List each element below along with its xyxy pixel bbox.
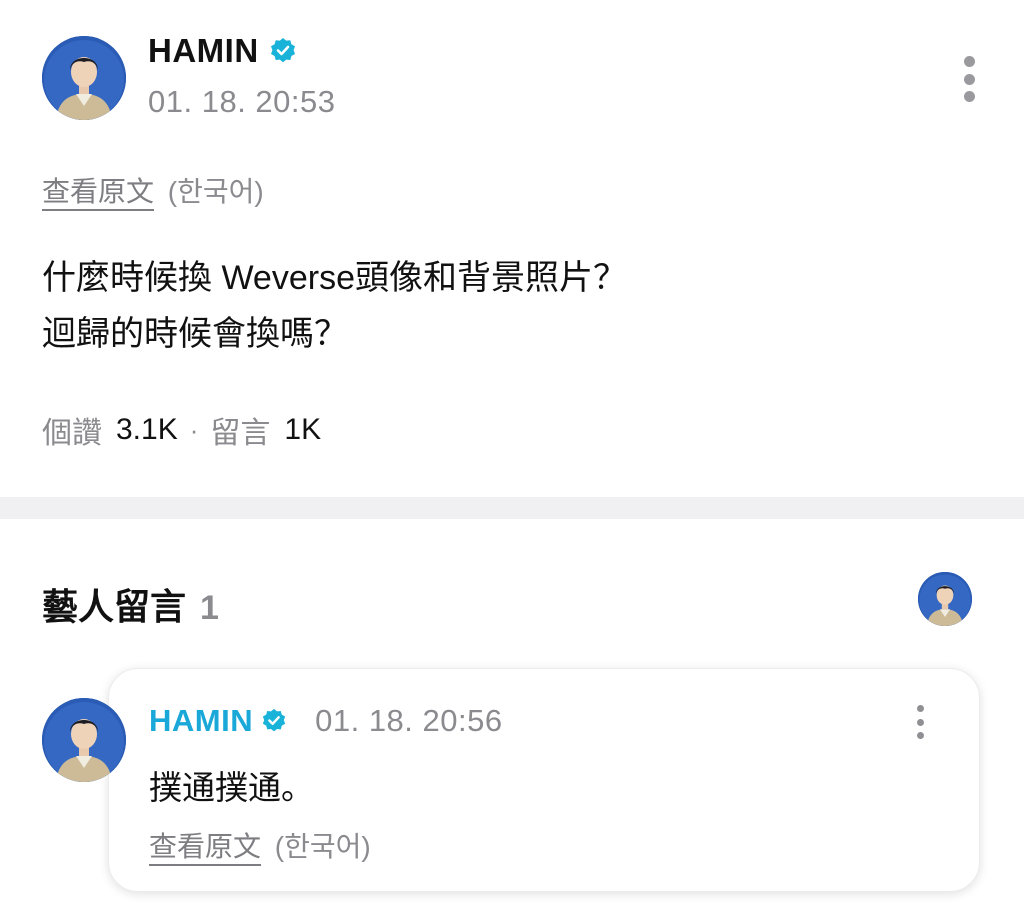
- avatar-image: [918, 572, 972, 626]
- post-body: 什麼時候換 Weverse頭像和背景照片？ 迴歸的時候會換嗎？: [42, 250, 942, 362]
- post-body-line: 什麼時候換 Weverse頭像和背景照片？: [42, 259, 627, 297]
- dot: [963, 56, 975, 67]
- dot: [916, 718, 924, 726]
- post-author-name[interactable]: HAMIN: [148, 32, 259, 70]
- comment-timestamp: 01. 18. 20:56: [315, 703, 503, 738]
- likes-label[interactable]: 個讚: [42, 408, 102, 452]
- dot: [963, 73, 975, 85]
- comment-author-name[interactable]: HAMIN: [149, 703, 253, 739]
- post-author-avatar[interactable]: [42, 36, 126, 120]
- artist-comments-count: 1: [200, 589, 219, 627]
- post-timestamp: 01. 18. 20:53: [148, 84, 336, 119]
- dot: [916, 705, 924, 712]
- post-body-line: 迴歸的時候會換嗎？: [42, 315, 348, 353]
- artist-avatar-small[interactable]: [918, 572, 972, 626]
- comments-label[interactable]: 留言: [210, 408, 270, 452]
- comment-text: 撲通撲通。: [149, 769, 314, 806]
- post-author[interactable]: HAMIN: [148, 32, 297, 70]
- likes-count[interactable]: 3.1K: [116, 413, 178, 447]
- view-original-link[interactable]: 查看原文: [149, 831, 261, 862]
- artist-comment-card[interactable]: HAMIN 01. 18. 20:56 撲通撲通。 查看原文 (한국어): [108, 668, 980, 892]
- artist-comments-header: 藝人留言 1: [42, 578, 219, 630]
- post-stats: 個讚 3.1K · 留言 1K: [42, 408, 321, 452]
- comment-more-options-icon[interactable]: [913, 705, 927, 739]
- verified-badge-icon: [262, 708, 286, 732]
- view-original-link[interactable]: 查看原文: [42, 176, 154, 207]
- dot: [916, 732, 924, 739]
- avatar-image: [42, 698, 126, 782]
- verified-badge-icon: [270, 38, 295, 63]
- comments-count[interactable]: 1K: [284, 413, 321, 447]
- avatar-image: [42, 36, 126, 120]
- comment-translate-row: 查看原文 (한국어): [149, 825, 371, 865]
- original-language-label: (한국어): [274, 831, 371, 862]
- stats-separator: ·: [189, 414, 199, 445]
- post-more-options-icon[interactable]: [958, 56, 980, 102]
- artist-comments-title: 藝人留言: [42, 586, 187, 627]
- comment-header: HAMIN 01. 18. 20:56: [149, 703, 503, 739]
- comment-author-avatar[interactable]: [42, 698, 126, 782]
- post-translate-row: 查看原文 (한국어): [42, 170, 264, 210]
- dot: [963, 91, 975, 102]
- original-language-label: (한국어): [167, 176, 264, 207]
- section-divider: [0, 497, 1024, 519]
